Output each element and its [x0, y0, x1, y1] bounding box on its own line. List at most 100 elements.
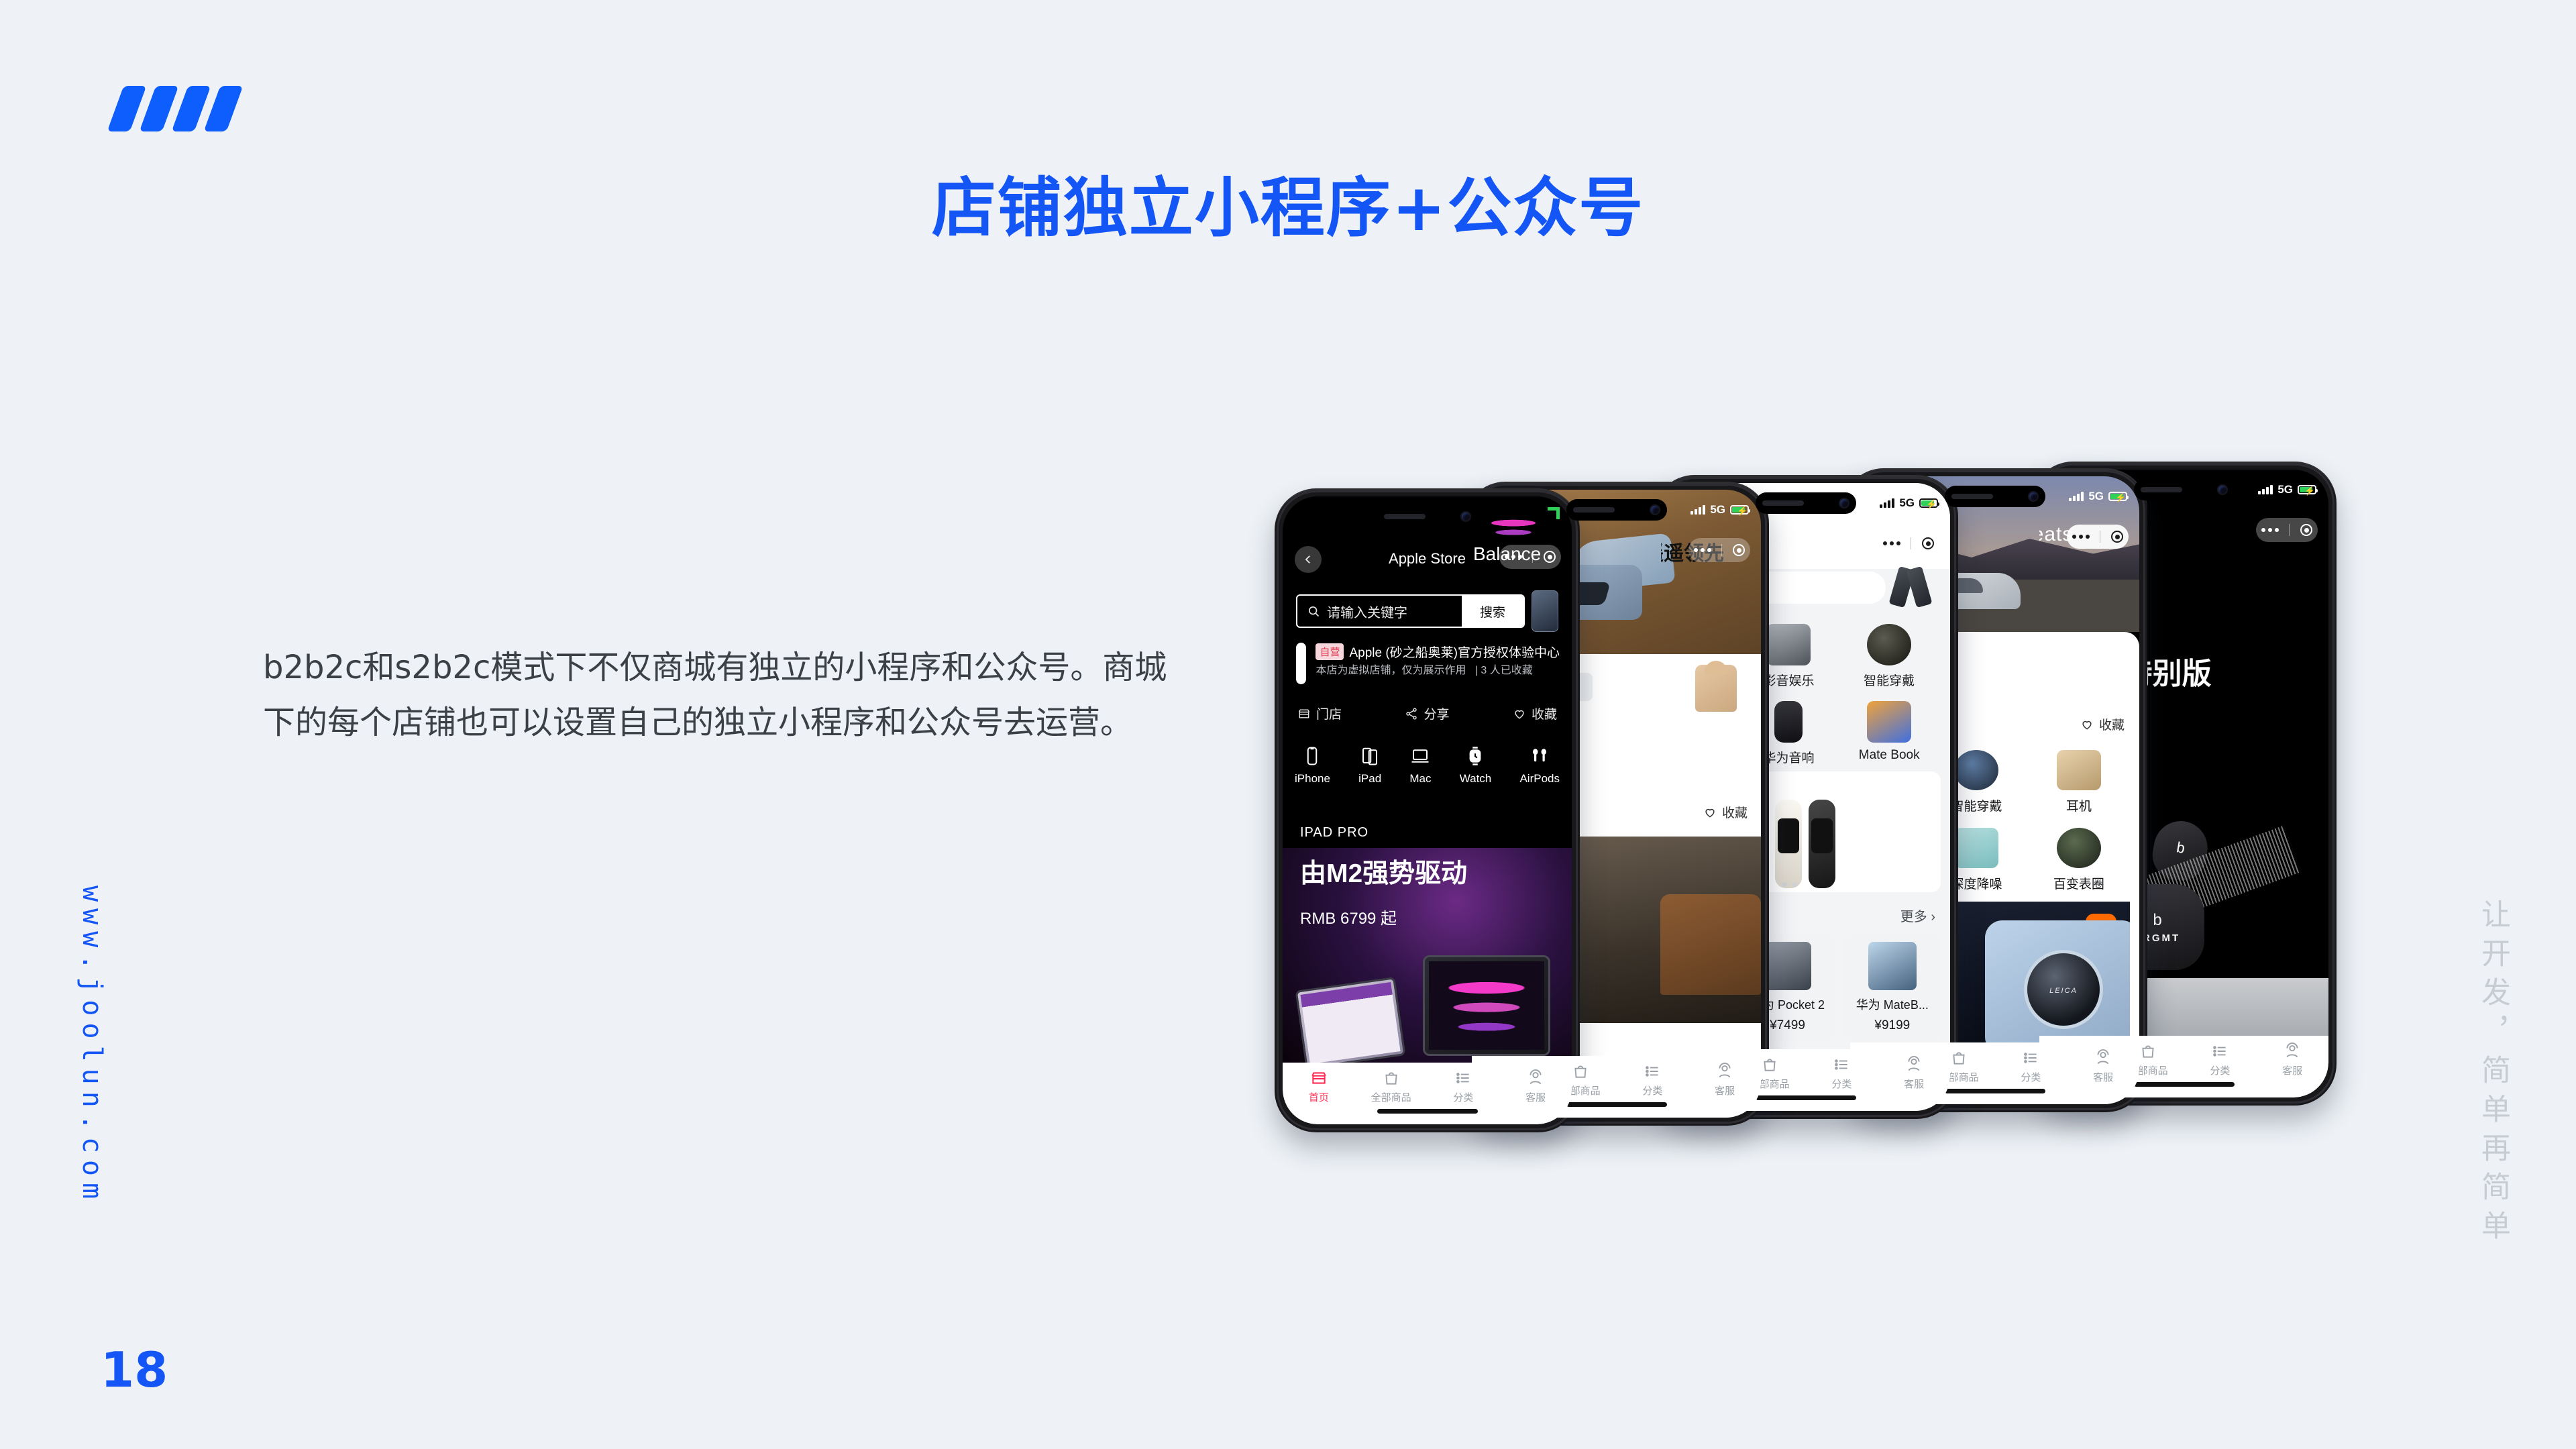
product-thumb-icon[interactable] — [1532, 590, 1558, 632]
decorative-ipad-wave — [1470, 508, 1557, 545]
category-label: AirPods — [1519, 772, 1560, 785]
tab-support[interactable]: 客服 — [1688, 1063, 1761, 1097]
category-label: 智能穿戴 — [1864, 674, 1915, 688]
status-bar: 5G ⚡ — [1880, 496, 1939, 510]
product-card[interactable]: 华为 MateB... ¥9199 — [1843, 934, 1941, 1041]
category-label: Mac — [1409, 772, 1432, 785]
close-capsule-icon[interactable] — [2300, 524, 2313, 536]
miniprogram-capsule[interactable] — [1878, 531, 1939, 555]
tab-support[interactable]: 客服 — [1878, 1056, 1950, 1091]
network-label: 5G — [1710, 503, 1725, 516]
tab-category[interactable]: 分类 — [1995, 1049, 2068, 1084]
category-item-watch[interactable]: Watch — [1460, 746, 1491, 786]
favorite-button[interactable]: 收藏 — [1513, 704, 1557, 722]
more-menu-icon[interactable] — [2072, 535, 2090, 539]
tab-support[interactable]: 客服 — [2067, 1049, 2139, 1084]
self-operated-badge: 自营 — [1316, 643, 1344, 660]
product-image — [1868, 942, 1917, 990]
tab-category[interactable]: 分类 — [1806, 1056, 1878, 1091]
action-label: 收藏 — [2098, 718, 2125, 733]
network-label: 5G — [2277, 483, 2293, 496]
heart-icon — [1705, 808, 1715, 818]
earbuds-thumb-icon — [1766, 624, 1811, 665]
close-capsule-icon[interactable] — [1544, 551, 1556, 563]
signal-icon — [1880, 498, 1895, 508]
promo-kicker: IPAD PRO — [1300, 825, 1369, 840]
notch — [1755, 492, 1856, 514]
front-camera-icon — [2027, 491, 2039, 502]
favorite-button[interactable]: 收藏 — [2080, 715, 2125, 733]
tab-label: 客服 — [1904, 1079, 1925, 1090]
search-input[interactable]: 请输入关键字 搜索 — [1296, 594, 1525, 628]
category-item[interactable]: 耳机 — [2028, 750, 2130, 814]
category-label: 智能穿戴 — [1951, 800, 2002, 814]
category-row: iPhone iPad Mac Watch AirPods — [1295, 746, 1560, 786]
category-item[interactable]: 智能穿戴 — [1839, 624, 1939, 689]
heart-icon — [2082, 720, 2092, 730]
store-icon — [1298, 708, 1310, 718]
product-price: ¥7499 — [1770, 1018, 1805, 1032]
tab-all-products[interactable]: 全部商品 — [1355, 1069, 1428, 1104]
close-capsule-icon[interactable] — [1922, 537, 1935, 549]
tab-label: 客服 — [1525, 1092, 1546, 1104]
signal-icon — [2258, 485, 2273, 494]
back-button[interactable] — [1295, 546, 1322, 573]
category-item-ipad[interactable]: iPad — [1358, 746, 1381, 786]
tab-category[interactable]: 分类 — [1428, 1069, 1500, 1104]
page-number: 18 — [101, 1342, 168, 1398]
more-menu-icon[interactable] — [1504, 555, 1522, 559]
category-item-iphone[interactable]: iPhone — [1295, 746, 1330, 786]
shop-actions: 门店 分享 收藏 — [1297, 704, 1557, 722]
airpods-icon — [1533, 749, 1547, 762]
tab-home[interactable]: 首页 — [1283, 1069, 1355, 1104]
share-button[interactable]: 分享 — [1405, 704, 1450, 722]
tab-support[interactable]: 客服 — [1499, 1069, 1572, 1104]
phone-screen-apple-store: Apple Store 请输入关键字 搜索 自营 Apple (砂之船奥莱)官方… — [1283, 496, 1572, 1124]
tab-category[interactable]: 分类 — [2184, 1042, 2257, 1077]
tab-category[interactable]: 分类 — [1617, 1063, 1689, 1097]
more-menu-icon[interactable] — [1693, 548, 1711, 552]
miniprogram-capsule[interactable] — [1499, 545, 1561, 569]
signal-icon — [2069, 492, 2084, 501]
miniprogram-capsule[interactable] — [2067, 525, 2129, 549]
store-button[interactable]: 门店 — [1297, 704, 1342, 722]
category-item-mac[interactable]: Mac — [1409, 746, 1432, 786]
more-menu-icon[interactable] — [1882, 541, 1900, 545]
product-image — [1763, 942, 1812, 990]
tabbar: 首页 全部商品 分类 客服 — [1283, 1063, 1572, 1124]
tab-label: 分类 — [2210, 1065, 2231, 1077]
battery-icon: ⚡ — [2298, 485, 2318, 496]
favorite-button[interactable]: 收藏 — [1703, 803, 1748, 821]
miniprogram-capsule[interactable] — [1688, 538, 1750, 562]
speaker-thumb-icon — [1774, 701, 1803, 743]
category-label: iPad — [1358, 772, 1382, 785]
chevron-left-icon — [1305, 555, 1310, 564]
close-capsule-icon[interactable] — [2111, 531, 2124, 543]
category-item[interactable]: Mate Book — [1839, 701, 1939, 766]
shop-name: Apple (砂之船奥莱)官方授权体验中心 — [1349, 646, 1560, 660]
more-menu-icon[interactable] — [2261, 528, 2279, 532]
category-label: 华为音响 — [1763, 751, 1815, 765]
category-item[interactable]: 百变表圈 — [2028, 828, 2130, 892]
category-item-airpods[interactable]: AirPods — [1519, 746, 1560, 786]
product-price: ¥9199 — [1874, 1018, 1911, 1032]
signal-icon — [1690, 505, 1706, 515]
close-capsule-icon[interactable] — [1733, 544, 1746, 556]
status-bar: 5G ⚡ — [2258, 483, 2318, 496]
miniprogram-capsule[interactable] — [2256, 518, 2318, 542]
tab-support[interactable]: 客服 — [2256, 1042, 2328, 1077]
shop-name-row: 自营 Apple (砂之船奥莱)官方授权体验中心 — [1316, 643, 1560, 661]
logo-bar-2 — [139, 86, 179, 131]
category-label: Mate Book — [1858, 748, 1920, 762]
slogan-vertical: 让开发，简单再简单 — [2476, 899, 2510, 1249]
home-indicator — [2133, 1082, 2235, 1087]
customer-service-icon — [1529, 1069, 1542, 1085]
search-button[interactable]: 搜索 — [1462, 596, 1523, 627]
earbuds-thumb-icon — [2056, 750, 2101, 790]
logo-bar-3 — [171, 86, 211, 131]
more-link[interactable]: 更多 › — [1900, 906, 1935, 925]
battery-icon: ⚡ — [1730, 505, 1750, 516]
category-label: 百变表圈 — [2053, 877, 2104, 892]
category-label: iPhone — [1295, 772, 1330, 785]
phone-product-image — [1985, 920, 2130, 1042]
